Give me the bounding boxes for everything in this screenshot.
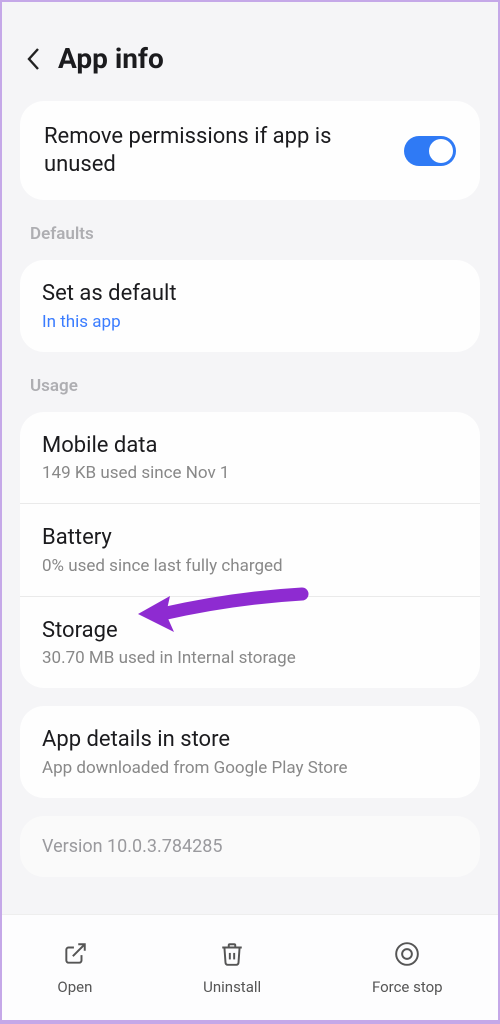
page-title: App info: [58, 42, 164, 75]
usage-card: Mobile data 149 KB used since Nov 1 Batt…: [20, 412, 480, 689]
header: App info: [20, 20, 480, 101]
force-stop-label: Force stop: [372, 978, 443, 996]
version-text: Version 10.0.3.784285: [42, 836, 458, 857]
permissions-card: Remove permissions if app is unused: [20, 101, 480, 200]
mobile-data-row[interactable]: Mobile data 149 KB used since Nov 1: [20, 412, 480, 504]
trash-icon: [218, 940, 246, 968]
storage-row[interactable]: Storage 30.70 MB used in Internal storag…: [20, 596, 480, 689]
version-card: Version 10.0.3.784285: [20, 816, 480, 877]
storage-sub: 30.70 MB used in Internal storage: [42, 648, 458, 668]
bottom-nav: Open Uninstall Force stop: [2, 914, 498, 1022]
store-sub: App downloaded from Google Play Store: [42, 758, 458, 778]
battery-row[interactable]: Battery 0% used since last fully charged: [20, 503, 480, 596]
set-as-default-row[interactable]: Set as default In this app: [20, 260, 480, 352]
back-icon[interactable]: [26, 46, 44, 72]
usage-section-label: Usage: [20, 370, 480, 412]
remove-permissions-toggle[interactable]: [404, 136, 456, 166]
battery-title: Battery: [42, 524, 458, 552]
remove-permissions-label: Remove permissions if app is unused: [44, 123, 374, 178]
mobile-data-sub: 149 KB used since Nov 1: [42, 463, 458, 483]
open-icon: [61, 940, 89, 968]
app-details-store-row[interactable]: App details in store App downloaded from…: [20, 706, 480, 798]
remove-permissions-row[interactable]: Remove permissions if app is unused: [20, 101, 480, 200]
defaults-card: Set as default In this app: [20, 260, 480, 352]
mobile-data-title: Mobile data: [42, 432, 458, 460]
set-as-default-title: Set as default: [42, 280, 458, 308]
force-stop-button[interactable]: Force stop: [372, 940, 443, 996]
store-title: App details in store: [42, 726, 458, 754]
storage-title: Storage: [42, 617, 458, 645]
open-button[interactable]: Open: [57, 940, 92, 996]
battery-sub: 0% used since last fully charged: [42, 556, 458, 576]
uninstall-button[interactable]: Uninstall: [203, 940, 261, 996]
uninstall-label: Uninstall: [203, 978, 261, 996]
toggle-knob: [429, 139, 453, 163]
force-stop-icon: [393, 940, 421, 968]
defaults-section-label: Defaults: [20, 218, 480, 260]
open-label: Open: [57, 978, 92, 996]
set-as-default-sub: In this app: [42, 312, 458, 332]
store-card: App details in store App downloaded from…: [20, 706, 480, 798]
